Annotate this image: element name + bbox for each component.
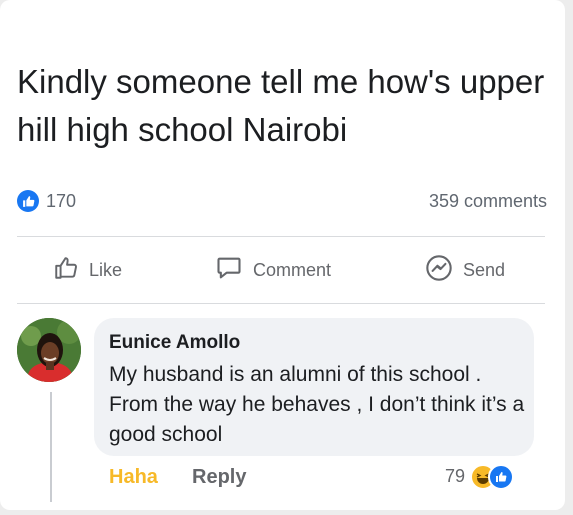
- messenger-icon: [425, 254, 463, 287]
- send-button[interactable]: Send: [425, 242, 505, 298]
- post-card: Kindly someone tell me how's upper hill …: [0, 0, 565, 510]
- post-actions: Like Comment Send: [17, 242, 547, 298]
- like-button[interactable]: Like: [53, 242, 122, 298]
- reply-button[interactable]: Reply: [192, 466, 246, 489]
- reaction-count: 79: [445, 466, 466, 486]
- like-reaction-icon: [488, 464, 514, 490]
- likes-count[interactable]: 170: [46, 191, 76, 212]
- comment: Eunice Amollo My husband is an alumni of…: [17, 318, 547, 508]
- comments-count[interactable]: 359 comments: [429, 191, 547, 212]
- post-title: Kindly someone tell me how's upper hill …: [17, 63, 545, 148]
- comment-icon: [215, 254, 253, 287]
- like-reaction-icon[interactable]: [17, 190, 39, 212]
- like-label: Like: [89, 259, 123, 280]
- like-icon: [53, 255, 89, 286]
- haha-button[interactable]: Haha: [109, 466, 158, 489]
- thread-line: [50, 392, 52, 502]
- comment-button[interactable]: Comment: [215, 242, 331, 298]
- comment-label: Comment: [253, 259, 332, 280]
- comment-bubble: Eunice Amollo My husband is an alumni of…: [94, 318, 534, 456]
- comment-text: My husband is an alumni of this school .…: [109, 363, 525, 446]
- divider: [17, 236, 545, 237]
- avatar[interactable]: [17, 318, 81, 382]
- comment-author[interactable]: Eunice Amollo: [109, 332, 240, 354]
- divider: [17, 303, 545, 304]
- send-label: Send: [463, 259, 506, 280]
- post-stats: 170 359 comments: [17, 188, 547, 216]
